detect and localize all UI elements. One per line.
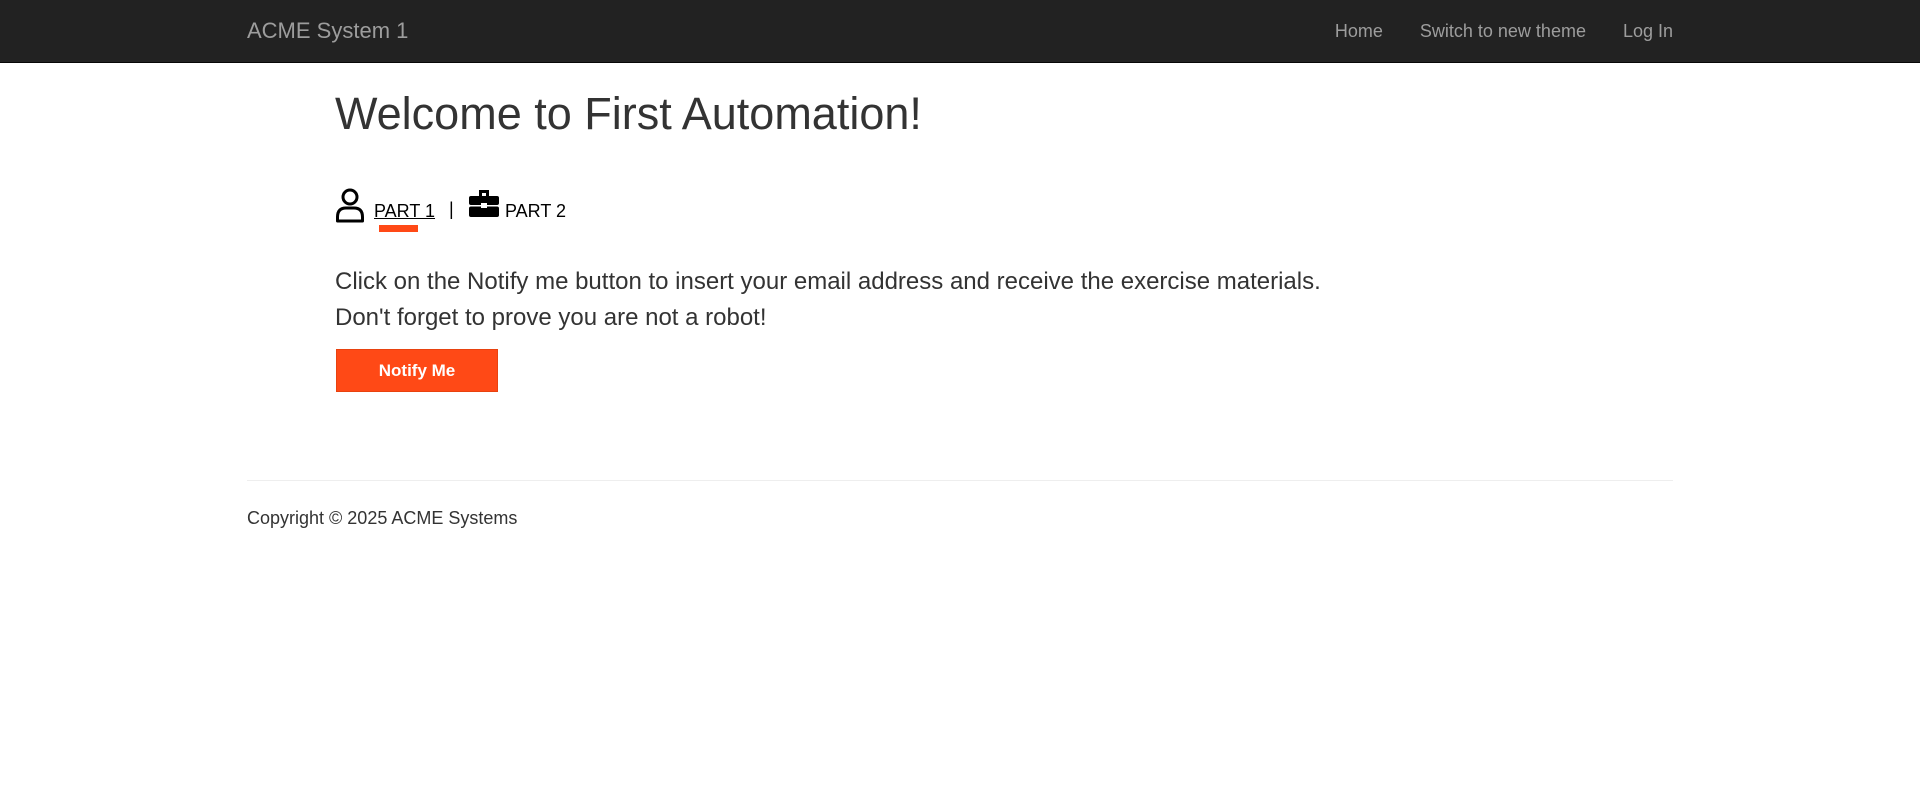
tab-part-1-label: PART 1 xyxy=(374,201,436,221)
tab-separator: | xyxy=(449,199,454,219)
notify-me-button[interactable]: Notify Me xyxy=(336,349,498,392)
top-navbar: ACME System 1 Home Switch to new theme L… xyxy=(0,0,1920,63)
footer-divider xyxy=(247,480,1673,481)
active-tab-indicator xyxy=(379,225,418,232)
instructions: Click on the Notify me button to insert … xyxy=(335,264,1321,336)
nav-link-home[interactable]: Home xyxy=(1335,21,1383,42)
part-tabs: PART 1 | PART 2 xyxy=(335,188,935,236)
page-title: Welcome to First Automation! xyxy=(335,88,922,139)
briefcase-icon xyxy=(468,188,499,224)
instruction-line-2: Don't forget to prove you are not a robo… xyxy=(335,304,767,331)
tab-part-2-label: PART 2 xyxy=(505,201,567,221)
brand-link[interactable]: ACME System 1 xyxy=(247,0,408,62)
footer-copyright: Copyright © 2025 ACME Systems xyxy=(247,508,518,528)
nav-link-log-in[interactable]: Log In xyxy=(1623,21,1673,42)
nav-link-switch-theme[interactable]: Switch to new theme xyxy=(1420,21,1586,42)
instruction-line-1: Click on the Notify me button to insert … xyxy=(335,268,1321,295)
user-icon xyxy=(335,188,365,224)
nav-links: Home Switch to new theme Log In xyxy=(1335,0,1673,62)
tab-part-1[interactable]: PART 1 xyxy=(335,188,439,236)
tab-part-2[interactable]: PART 2 xyxy=(468,188,578,236)
